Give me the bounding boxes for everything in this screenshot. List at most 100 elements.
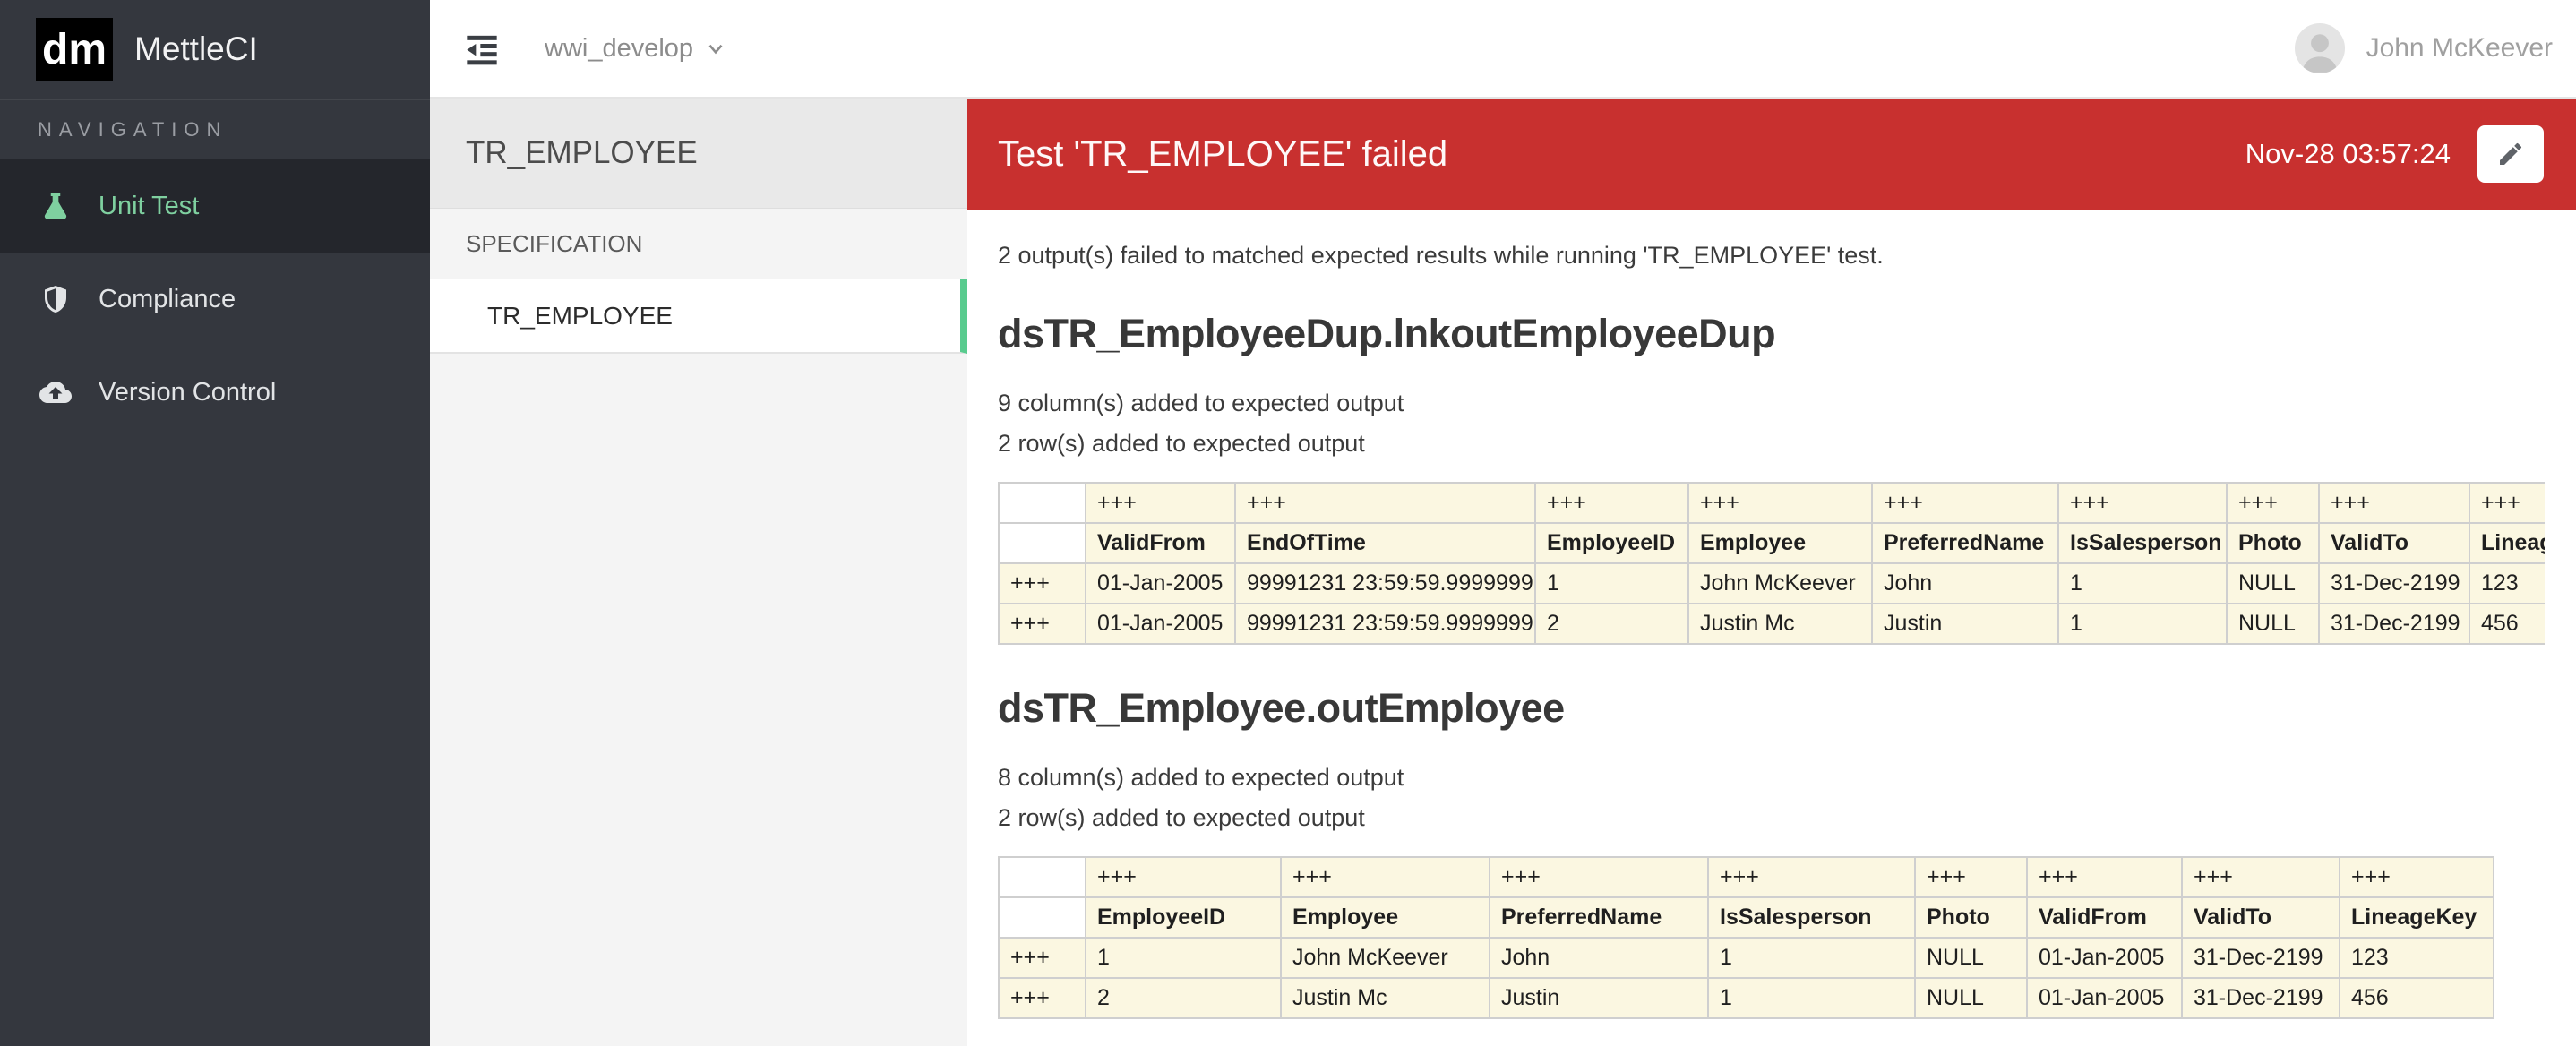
column-header: IsSalesperson: [2058, 523, 2227, 563]
data-cell: 31-Dec-2199: [2182, 938, 2340, 978]
row-added-marker: +++: [999, 604, 1086, 644]
data-cell: John McKeever: [1688, 563, 1872, 604]
corner-cell: [999, 483, 1086, 523]
project-name: wwi_develop: [545, 34, 693, 64]
output-section-lnkout-employee-dup: dsTR_EmployeeDup.lnkoutEmployeeDup 9 col…: [998, 310, 2576, 645]
sidebar-item-compliance[interactable]: Compliance: [0, 253, 430, 346]
data-cell: 123: [2340, 938, 2494, 978]
column-added-marker: +++: [1872, 483, 2058, 523]
specification-label: SPECIFICATION: [430, 209, 967, 279]
banner-title: Test 'TR_EMPLOYEE' failed: [998, 134, 2219, 175]
column-added-marker: +++: [1688, 483, 1872, 523]
data-cell: 123: [2469, 563, 2545, 604]
column-header: PreferredName: [1872, 523, 2058, 563]
test-results: 2 output(s) failed to matched expected r…: [967, 210, 2576, 1019]
data-cell: 31-Dec-2199: [2182, 978, 2340, 1018]
data-cell: 01-Jan-2005: [1086, 563, 1235, 604]
main-content: Test 'TR_EMPLOYEE' failed Nov-28 03:57:2…: [967, 99, 2576, 1046]
data-cell: John: [1490, 938, 1708, 978]
user-name: John McKeever: [2366, 33, 2553, 64]
column-header: Employee: [1688, 523, 1872, 563]
failure-summary: 2 output(s) failed to matched expected r…: [998, 240, 2576, 270]
column-added-marker: +++: [1915, 857, 2027, 897]
test-failed-banner: Test 'TR_EMPLOYEE' failed Nov-28 03:57:2…: [967, 99, 2576, 210]
column-header: LineageKey: [2340, 897, 2494, 938]
data-cell: NULL: [1915, 978, 2027, 1018]
data-cell: John McKeever: [1281, 938, 1490, 978]
data-cell: Justin: [1872, 604, 2058, 644]
collapse-sidebar-button[interactable]: [462, 29, 502, 68]
diff-note: 9 column(s) added to expected output: [998, 383, 2576, 424]
column-added-marker: +++: [2469, 483, 2545, 523]
output-heading: dsTR_EmployeeDup.lnkoutEmployeeDup: [998, 310, 2576, 358]
specification-item-tr-employee[interactable]: TR_EMPLOYEE: [430, 279, 967, 354]
sidebar: dm MettleCI NAVIGATION Unit Test Complia…: [0, 0, 430, 1046]
data-cell: 01-Jan-2005: [1086, 604, 1235, 644]
column-header: EndOfTime: [1235, 523, 1535, 563]
data-cell: 456: [2340, 978, 2494, 1018]
data-cell: 01-Jan-2005: [2027, 978, 2182, 1018]
diff-notes: 8 column(s) added to expected output 2 r…: [998, 758, 2576, 838]
data-cell: NULL: [2227, 604, 2319, 644]
corner-cell: [999, 523, 1086, 563]
column-header: ValidTo: [2319, 523, 2469, 563]
column-added-marker: +++: [1708, 857, 1915, 897]
header-row: ValidFromEndOfTimeEmployeeIDEmployeePref…: [999, 523, 2545, 563]
column-added-marker: +++: [1086, 857, 1281, 897]
added-columns-row: ++++++++++++++++++++++++: [999, 857, 2494, 897]
added-columns-row: +++++++++++++++++++++++++++: [999, 483, 2545, 523]
sidebar-item-label: Version Control: [99, 378, 276, 407]
data-cell: 1: [2058, 604, 2227, 644]
added-data-row: +++01-Jan-200599991231 23:59:59.99999992…: [999, 604, 2545, 644]
sidebar-item-version-control[interactable]: Version Control: [0, 346, 430, 439]
output-section-out-employee: dsTR_Employee.outEmployee 8 column(s) ad…: [998, 684, 2576, 1019]
edit-button[interactable]: [2477, 125, 2544, 183]
diff-note: 2 row(s) added to expected output: [998, 424, 2576, 464]
user-menu[interactable]: John McKeever: [2295, 23, 2553, 73]
added-data-row: +++01-Jan-200599991231 23:59:59.99999991…: [999, 563, 2545, 604]
cloud-upload-icon: [39, 376, 72, 408]
data-cell: 1: [1086, 938, 1281, 978]
data-cell: Justin Mc: [1688, 604, 1872, 644]
column-header: ValidFrom: [2027, 897, 2182, 938]
sidebar-item-unit-test[interactable]: Unit Test: [0, 159, 430, 253]
data-cell: 1: [2058, 563, 2227, 604]
output-heading: dsTR_Employee.outEmployee: [998, 684, 2576, 733]
column-added-marker: +++: [1086, 483, 1235, 523]
data-cell: NULL: [2227, 563, 2319, 604]
data-cell: 456: [2469, 604, 2545, 644]
navigation-section-label: NAVIGATION: [0, 100, 430, 159]
column-header: Photo: [2227, 523, 2319, 563]
column-header: PreferredName: [1490, 897, 1708, 938]
outdent-icon: [464, 30, 500, 66]
column-added-marker: +++: [2227, 483, 2319, 523]
avatar: [2295, 23, 2345, 73]
data-cell: 31-Dec-2199: [2319, 563, 2469, 604]
right-column: wwi_develop John McKeever TR_EMPLOYEE SP…: [430, 0, 2576, 1046]
data-cell: 99991231 23:59:59.9999999: [1235, 604, 1535, 644]
column-header: EmployeeID: [1535, 523, 1688, 563]
column-added-marker: +++: [1281, 857, 1490, 897]
pencil-icon: [2496, 140, 2525, 168]
added-data-row: +++2Justin McJustin1NULL01-Jan-200531-De…: [999, 978, 2494, 1018]
data-cell: 1: [1708, 978, 1915, 1018]
column-added-marker: +++: [1235, 483, 1535, 523]
app-title: MettleCI: [134, 30, 258, 68]
column-added-marker: +++: [2182, 857, 2340, 897]
project-dropdown[interactable]: wwi_develop: [545, 34, 727, 64]
diff-table: ++++++++++++++++++++++++EmployeeIDEmploy…: [998, 856, 2494, 1019]
data-cell: 2: [1086, 978, 1281, 1018]
diff-table-wrapper: +++++++++++++++++++++++++++ValidFromEndO…: [998, 482, 2545, 645]
row-added-marker: +++: [999, 938, 1086, 978]
chevron-down-icon: [704, 37, 727, 60]
corner-cell: [999, 897, 1086, 938]
column-added-marker: +++: [1535, 483, 1688, 523]
data-cell: Justin: [1490, 978, 1708, 1018]
data-cell: 31-Dec-2199: [2319, 604, 2469, 644]
header-row: EmployeeIDEmployeePreferredNameIsSalespe…: [999, 897, 2494, 938]
column-header: ValidTo: [2182, 897, 2340, 938]
banner-timestamp: Nov-28 03:57:24: [2245, 138, 2451, 170]
sidebar-item-label: Compliance: [99, 285, 236, 314]
dm-logo: dm: [36, 18, 113, 81]
diff-note: 2 row(s) added to expected output: [998, 798, 2576, 838]
